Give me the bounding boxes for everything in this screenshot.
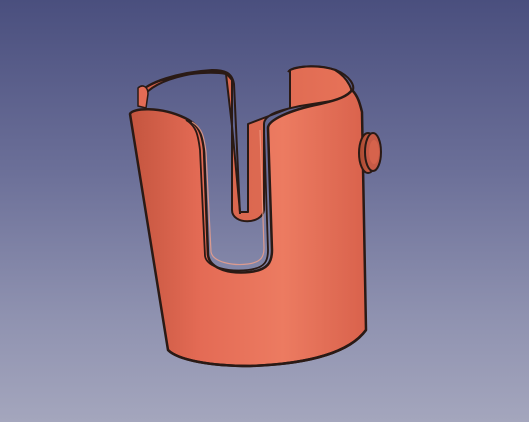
left-edge-tab — [137, 85, 149, 109]
3d-viewport[interactable] — [0, 0, 529, 422]
side-pin[interactable] — [358, 132, 382, 174]
3d-scene — [128, 65, 382, 368]
pin-top — [369, 140, 379, 164]
